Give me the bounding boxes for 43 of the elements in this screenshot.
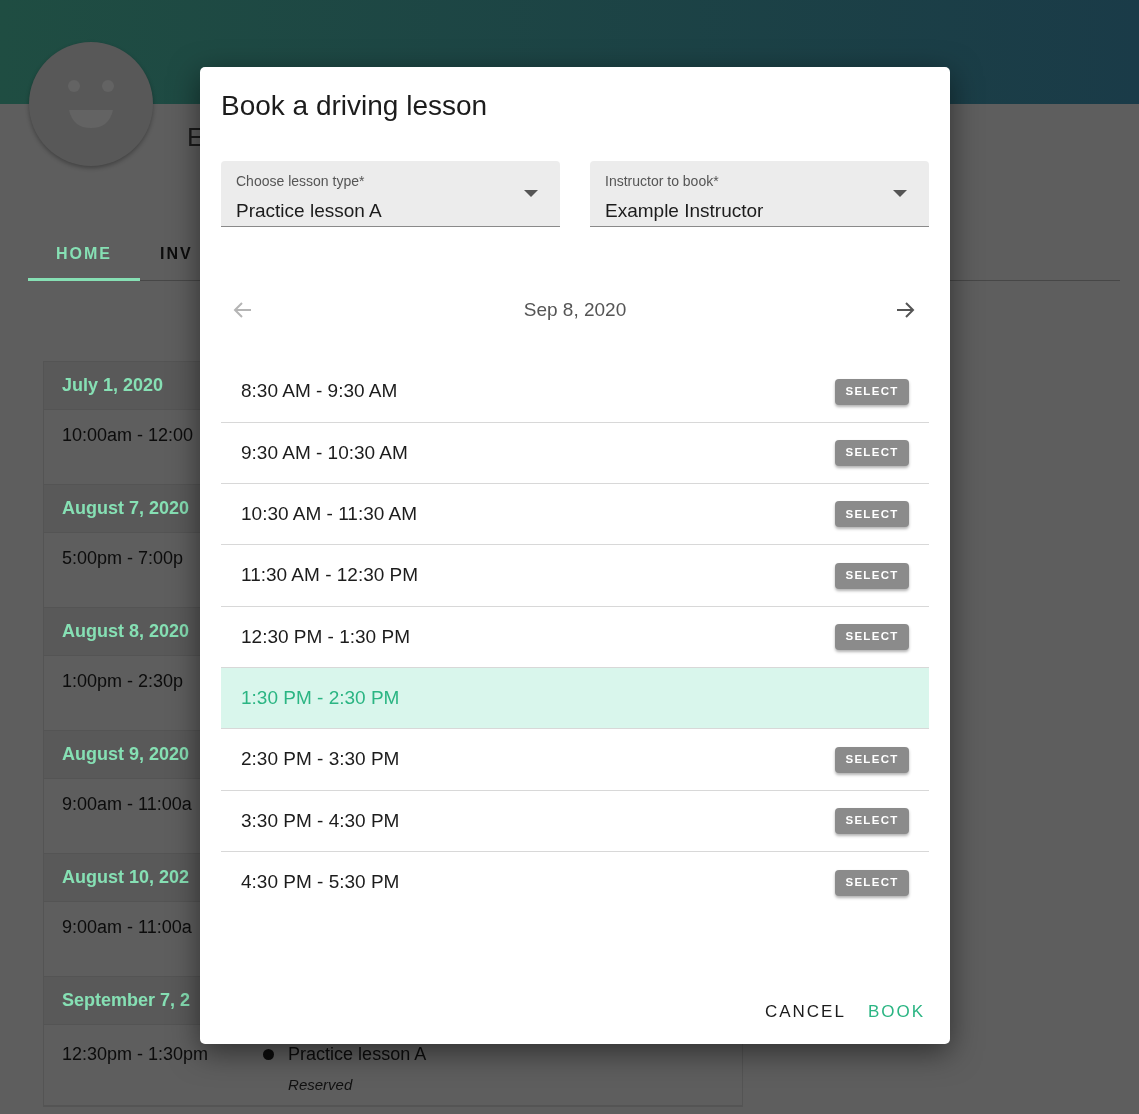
time-text: 3:30 PM - 4:30 PM [241, 808, 400, 833]
time-text: 1:30 PM - 2:30 PM [241, 685, 400, 710]
select-button[interactable]: SELECT [835, 501, 909, 528]
bullet-icon [263, 1049, 275, 1060]
status-text: Reserved [288, 1075, 354, 1095]
date-label: Sep 8, 2020 [523, 298, 627, 323]
select-button[interactable]: SELECT [835, 378, 909, 405]
time-text: 5:00pm - 7:00p [62, 547, 184, 570]
time-text: 12:30pm - 1:30pm [62, 1043, 209, 1066]
selected-time-slot[interactable]: 1:30 PM - 2:30 PM [221, 668, 929, 730]
dropdown-field[interactable]: Instructor to book* Example Instructor [590, 160, 929, 227]
caret-icon [524, 189, 538, 197]
time-text: 2:30 PM - 3:30 PM [241, 747, 400, 772]
time-slot[interactable]: 2:30 PM - 3:30 PM SELECT [221, 729, 929, 791]
cancel-button[interactable]: CANCEL [750, 992, 850, 1030]
time-text: 9:00am - 11:00a [62, 916, 192, 939]
caret-icon [893, 189, 907, 197]
select-button[interactable]: SELECT [835, 440, 909, 467]
time-text: 8:30 AM - 9:30 AM [241, 379, 398, 404]
time-text: 11:30 AM - 12:30 PM [241, 563, 419, 588]
tab[interactable]: HOME [28, 234, 140, 281]
time-text: 4:30 PM - 5:30 PM [241, 870, 400, 895]
select-button[interactable]: SELECT [835, 807, 909, 834]
book-button[interactable]: BOOK [853, 992, 929, 1030]
select-button[interactable]: SELECT [835, 623, 909, 650]
time-text: 9:30 AM - 10:30 AM [241, 440, 408, 465]
dialog-title: Book a driving lesson [221, 89, 489, 123]
time-slot[interactable]: 11:30 AM - 12:30 PM SELECT [221, 545, 929, 607]
tab[interactable]: INV [160, 234, 193, 281]
select-button[interactable]: SELECT [835, 746, 909, 773]
time-slot[interactable]: 10:30 AM - 11:30 AM SELECT [221, 484, 929, 546]
time-text: 1:00pm - 2:30p [62, 670, 184, 693]
select-button[interactable]: SELECT [835, 562, 909, 589]
time-text: 10:30 AM - 11:30 AM [241, 502, 418, 527]
time-text: 12:30 PM - 1:30 PM [241, 624, 410, 649]
select-button[interactable]: SELECT [835, 869, 909, 896]
dropdown-field[interactable]: Choose lesson type* Practice lesson A [221, 160, 560, 227]
time-text: 9:00am - 11:00a [62, 793, 192, 816]
time-slot[interactable]: 8:30 AM - 9:30 AM SELECT [221, 361, 929, 423]
time-slot[interactable]: 9:30 AM - 10:30 AM SELECT [221, 422, 929, 485]
time-text: 10:00am - 12:00 [62, 424, 194, 447]
lesson-name: Practice lesson A [288, 1043, 427, 1066]
time-slot[interactable]: 3:30 PM - 4:30 PM SELECT [221, 790, 929, 852]
